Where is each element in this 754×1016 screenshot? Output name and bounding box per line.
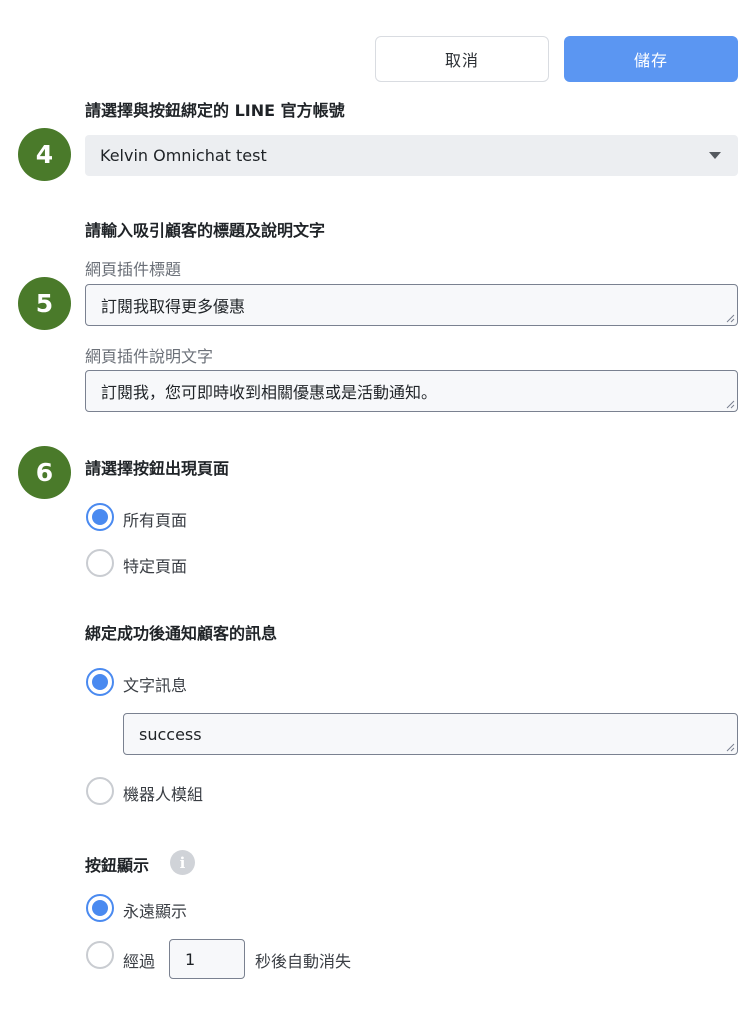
radio-specific-pages-label[interactable]: 特定頁面 bbox=[123, 553, 187, 577]
radio-text-message[interactable] bbox=[86, 668, 114, 696]
cancel-button[interactable]: 取消 bbox=[375, 36, 549, 82]
radio-always-show-label[interactable]: 永遠顯示 bbox=[123, 898, 187, 922]
display-heading: 按鈕顯示 bbox=[85, 856, 150, 875]
account-heading: 請選擇與按鈕綁定的 LINE 官方帳號 bbox=[85, 101, 345, 120]
resize-grip-icon[interactable] bbox=[726, 314, 735, 323]
auto-hide-prefix: 經過 bbox=[123, 952, 156, 971]
widget-title-value: 訂閱我取得更多優惠 bbox=[101, 297, 246, 316]
resize-grip-icon[interactable] bbox=[726, 743, 735, 752]
info-icon[interactable]: i bbox=[170, 850, 195, 875]
radio-always-show[interactable] bbox=[86, 894, 114, 922]
radio-all-pages[interactable] bbox=[86, 503, 114, 531]
caret-down-icon bbox=[709, 152, 721, 159]
seconds-input[interactable]: 1 bbox=[169, 939, 245, 979]
radio-bot-module[interactable] bbox=[86, 777, 114, 805]
widget-desc-value: 訂閱我，您可即時收到相關優惠或是活動通知。 bbox=[101, 383, 438, 402]
notify-heading: 綁定成功後通知顧客的訊息 bbox=[85, 624, 278, 643]
widget-desc-input[interactable]: 訂閱我，您可即時收到相關優惠或是活動通知。 bbox=[85, 370, 738, 412]
radio-specific-pages[interactable] bbox=[86, 549, 114, 577]
widget-desc-label: 網頁插件說明文字 bbox=[85, 347, 214, 366]
account-select-value: Kelvin Omnichat test bbox=[100, 146, 267, 165]
message-input[interactable]: success bbox=[123, 713, 738, 755]
step-badge-6: 6 bbox=[18, 446, 71, 499]
account-select[interactable]: Kelvin Omnichat test bbox=[85, 135, 738, 176]
texts-heading: 請輸入吸引顧客的標題及說明文字 bbox=[85, 221, 326, 240]
radio-all-pages-label[interactable]: 所有頁面 bbox=[123, 507, 187, 531]
radio-auto-hide[interactable] bbox=[86, 941, 114, 969]
message-value: success bbox=[139, 724, 202, 744]
save-button[interactable]: 儲存 bbox=[564, 36, 738, 82]
step-badge-5: 5 bbox=[18, 277, 71, 330]
radio-bot-module-label[interactable]: 機器人模組 bbox=[123, 781, 203, 805]
widget-title-label: 網頁插件標題 bbox=[85, 260, 182, 279]
radio-text-message-label[interactable]: 文字訊息 bbox=[123, 672, 187, 696]
seconds-value: 1 bbox=[185, 949, 196, 969]
auto-hide-suffix: 秒後自動消失 bbox=[255, 952, 352, 971]
resize-grip-icon[interactable] bbox=[726, 400, 735, 409]
step-badge-4: 4 bbox=[18, 128, 71, 181]
pages-heading: 請選擇按鈕出現頁面 bbox=[85, 459, 230, 478]
widget-title-input[interactable]: 訂閱我取得更多優惠 bbox=[85, 284, 738, 326]
